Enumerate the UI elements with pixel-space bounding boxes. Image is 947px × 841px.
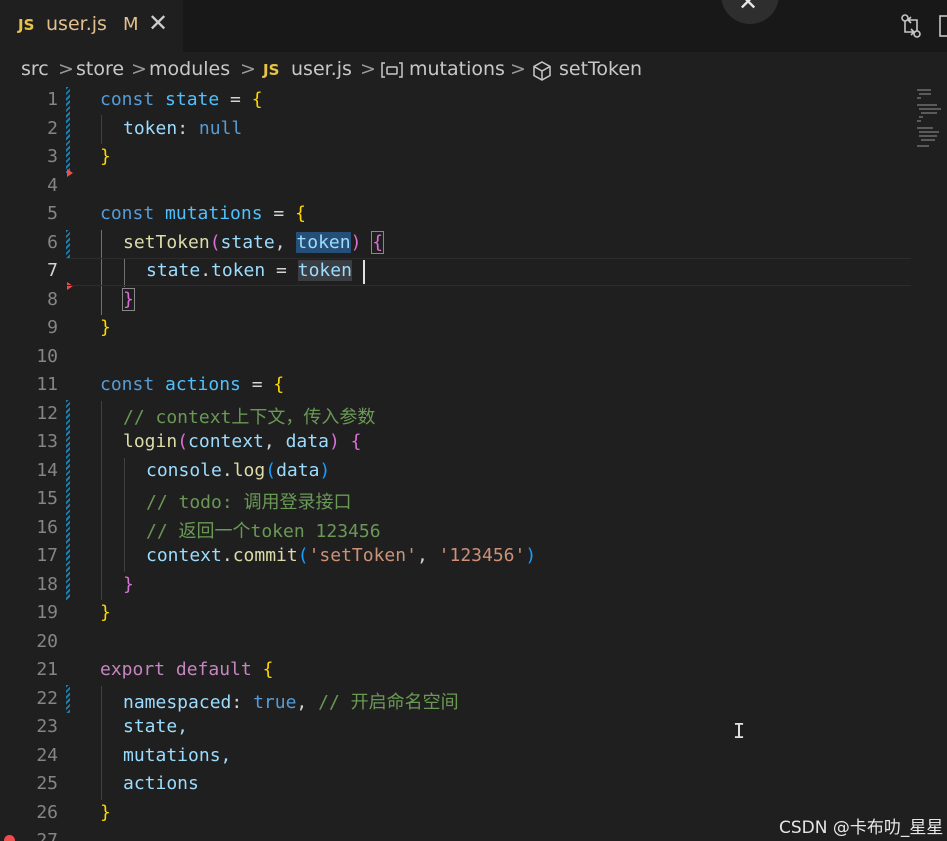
tab-filename: user.js xyxy=(46,13,107,35)
symbol-method-icon xyxy=(533,61,551,81)
line-number: 12 xyxy=(36,402,58,424)
line-number: 17 xyxy=(36,545,58,566)
line-number: 4 xyxy=(47,174,58,196)
line-number: 21 xyxy=(36,659,58,680)
line-number: 26 xyxy=(36,801,58,823)
breadcrumb-separator: > xyxy=(58,58,74,80)
code-line[interactable]: 16 // 返回一个token 123456 xyxy=(0,515,947,544)
line-number: 7 xyxy=(47,260,58,281)
minimap[interactable] xyxy=(913,87,947,157)
vscode-window: JS user.js M ✕ ✕ src > store > modules >… xyxy=(0,0,947,841)
breadcrumb-modules[interactable]: modules xyxy=(149,58,230,80)
line-number: 25 xyxy=(36,773,58,794)
line-number: 16 xyxy=(36,516,58,538)
code-line[interactable]: 17 context.commit('setToken', '123456') xyxy=(0,543,947,572)
line-number: 10 xyxy=(36,345,58,367)
code-line[interactable]: 6 setToken(state, token) { xyxy=(0,230,947,259)
js-file-icon: JS xyxy=(18,16,35,34)
code-line[interactable]: 15 // todo: 调用登录接口 xyxy=(0,486,947,515)
code-line[interactable]: 22 namespaced: true, // 开启命名空间 xyxy=(0,686,947,715)
code-line-current[interactable]: 7 state.token = token xyxy=(0,258,947,287)
code-line[interactable]: 1 const state = { xyxy=(0,87,947,116)
breadcrumb-user-js[interactable]: user.js xyxy=(291,58,352,80)
text-caret xyxy=(363,260,365,284)
line-number: 13 xyxy=(36,431,58,452)
line-number: 2 xyxy=(47,117,58,139)
code-line[interactable]: 9 } xyxy=(0,315,947,344)
js-file-icon: JS xyxy=(263,61,280,79)
line-number: 24 xyxy=(36,744,58,766)
line-number: 6 xyxy=(47,231,58,253)
line-number: 15 xyxy=(36,488,58,509)
code-editor[interactable]: 1 const state = { 2 token: null 3 } 4 5 … xyxy=(0,87,947,841)
line-number: 11 xyxy=(36,374,58,395)
code-line[interactable]: 2 token: null xyxy=(0,116,947,145)
breadcrumb-separator: > xyxy=(240,58,256,80)
code-line[interactable]: 24 mutations, xyxy=(0,743,947,772)
close-icon[interactable]: ✕ xyxy=(148,9,168,37)
line-number: 23 xyxy=(36,716,58,737)
code-line[interactable]: 14 console.log(data) xyxy=(0,458,947,487)
code-line[interactable]: 12 // context上下文，传入参数 xyxy=(0,401,947,430)
symbol-variable-icon xyxy=(381,62,403,78)
watermark: CSDN @卡布叻_星星 xyxy=(779,818,944,838)
split-editor-icon[interactable] xyxy=(938,12,947,40)
code-line[interactable]: 5 const mutations = { xyxy=(0,201,947,230)
line-number: 20 xyxy=(36,630,58,652)
code-line[interactable]: 25 actions xyxy=(0,771,947,800)
breadcrumb-separator: > xyxy=(131,58,147,80)
line-number: 3 xyxy=(47,146,58,167)
breadcrumb: src > store > modules > JS user.js > mut… xyxy=(0,52,947,88)
breadcrumb-separator: > xyxy=(510,58,526,80)
code-line[interactable]: 23 state, xyxy=(0,714,947,743)
line-number: 22 xyxy=(36,687,58,709)
line-number: 8 xyxy=(47,288,58,310)
code-line[interactable]: 11 const actions = { xyxy=(0,372,947,401)
tab-user-js[interactable]: JS user.js M ✕ xyxy=(0,0,183,52)
code-line[interactable]: 4 xyxy=(0,173,947,202)
code-line[interactable]: 18 } xyxy=(0,572,947,601)
code-line[interactable]: 3 } xyxy=(0,144,947,173)
breadcrumb-separator: > xyxy=(360,58,376,80)
close-icon: ✕ xyxy=(738,0,759,16)
modified-badge: M xyxy=(123,14,139,35)
breadcrumb-src[interactable]: src xyxy=(21,58,49,80)
code-line[interactable]: 19 } xyxy=(0,600,947,629)
breadcrumb-settoken[interactable]: setToken xyxy=(559,58,642,80)
line-number: 18 xyxy=(36,573,58,595)
line-number: 14 xyxy=(36,459,58,481)
line-number: 1 xyxy=(47,89,58,110)
code-line[interactable]: 13 login(context, data) { xyxy=(0,429,947,458)
line-number: 9 xyxy=(47,317,58,338)
text-cursor-icon: 𝙸 xyxy=(733,719,746,743)
git-compare-icon[interactable] xyxy=(898,12,924,40)
tab-bar: JS user.js M ✕ ✕ xyxy=(0,0,947,52)
code-line[interactable]: 20 xyxy=(0,629,947,658)
line-number: 5 xyxy=(47,203,58,224)
code-line[interactable]: 21 export default { xyxy=(0,657,947,686)
floating-close-button[interactable]: ✕ xyxy=(721,0,779,24)
breadcrumb-mutations[interactable]: mutations xyxy=(409,58,505,80)
line-number: 19 xyxy=(36,602,58,623)
breakpoint-indicator xyxy=(4,835,15,841)
code-line[interactable]: 8 } xyxy=(0,287,947,316)
breadcrumb-store[interactable]: store xyxy=(76,58,124,80)
code-line[interactable]: 10 xyxy=(0,344,947,373)
